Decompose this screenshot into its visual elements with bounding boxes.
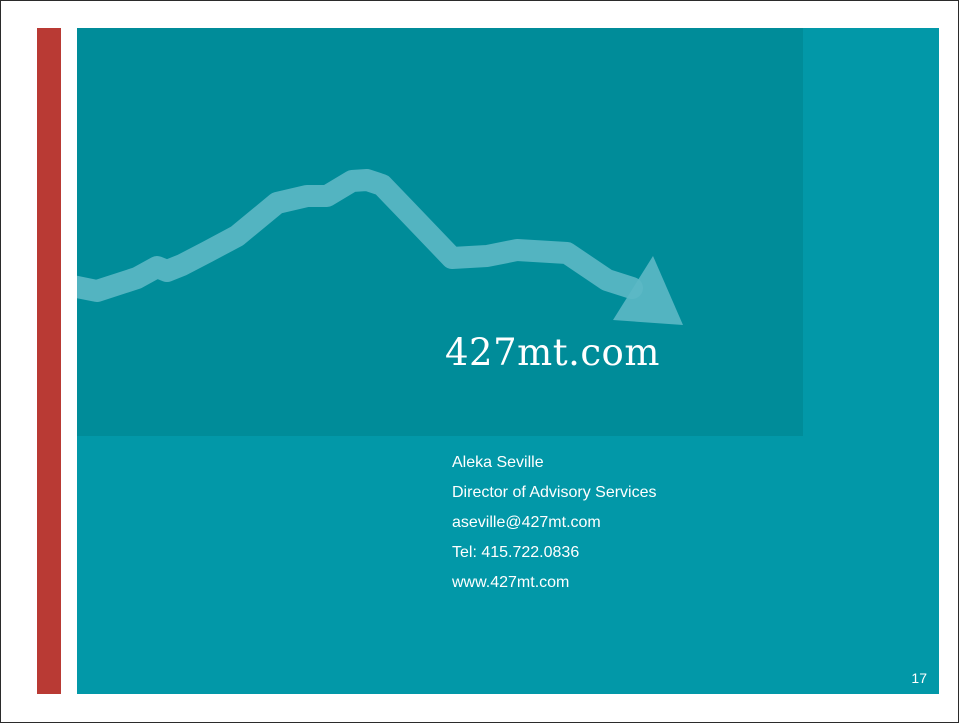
trend-arrow-icon [77, 169, 683, 325]
page-number: 17 [911, 670, 927, 686]
contact-phone: Tel: 415.722.0836 [452, 544, 580, 561]
contact-block: Aleka Seville Director of Advisory Servi… [452, 448, 657, 598]
contact-email[interactable]: aseville@427mt.com [452, 508, 657, 538]
contact-website[interactable]: www.427mt.com [452, 568, 657, 598]
accent-bar [37, 28, 61, 694]
slide-content: 427mt.com Aleka Seville Director of Advi… [77, 28, 939, 694]
contact-title: Director of Advisory Services [452, 484, 657, 501]
hero-image: 427mt.com [77, 28, 803, 436]
hero-logo-text: 427mt.com [445, 331, 660, 374]
contact-name: Aleka Seville [452, 454, 544, 471]
